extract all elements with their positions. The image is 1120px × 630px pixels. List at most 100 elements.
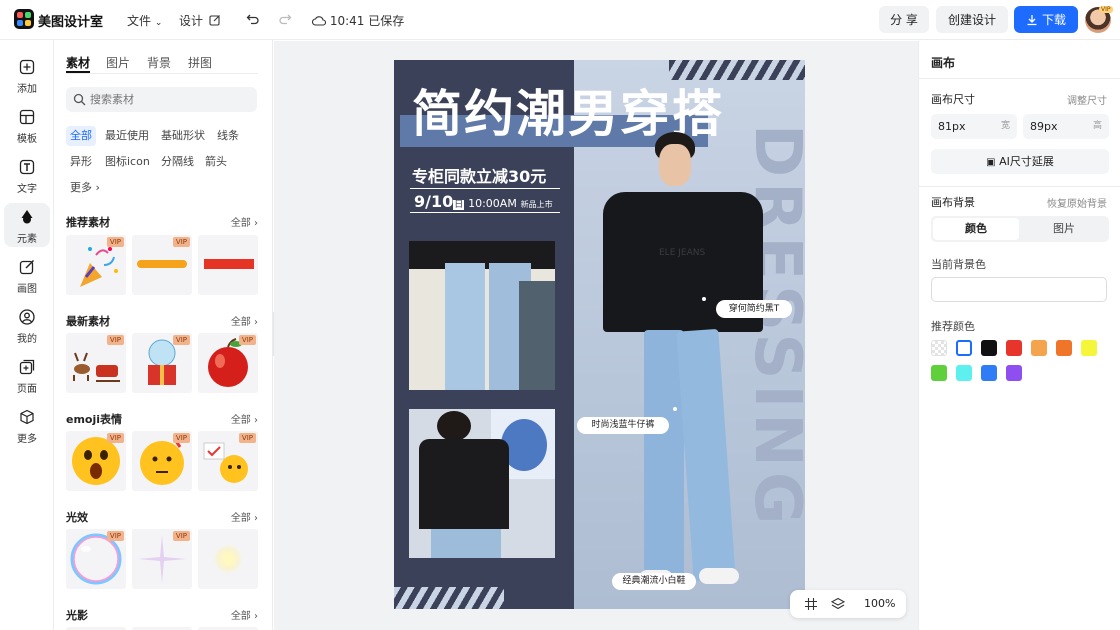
chip-dividers[interactable]: 分隔线 — [157, 152, 198, 172]
sticker-thumb[interactable] — [198, 529, 258, 589]
color-swatch[interactable] — [981, 365, 997, 381]
see-all-link[interactable]: 全部 › — [231, 607, 258, 622]
chevron-down-icon: ⌄ — [154, 18, 163, 28]
color-swatch[interactable] — [1006, 365, 1022, 381]
width-field[interactable]: 81px 宽 — [931, 114, 1017, 139]
app-logo[interactable] — [14, 9, 34, 29]
layers-icon[interactable] — [831, 597, 845, 611]
vip-badge: VIP — [238, 335, 256, 345]
sticker-thumb[interactable] — [198, 235, 258, 295]
vip-badge: VIP — [106, 237, 124, 247]
redo-icon[interactable] — [278, 12, 292, 26]
vip-badge: VIP — [106, 531, 124, 541]
chip-special-shapes[interactable]: 异形 — [66, 152, 96, 172]
sticker-thumb[interactable]: VIP — [132, 333, 192, 393]
current-bg-label: 当前背景色 — [931, 258, 986, 271]
callout-sneakers[interactable]: 经典潮流小白鞋 — [612, 573, 696, 590]
sticker-thumb[interactable]: VIP — [132, 529, 192, 589]
see-all-link[interactable]: 全部 › — [231, 411, 258, 426]
color-swatch[interactable] — [956, 340, 972, 356]
chip-more[interactable]: 更多 › — [66, 178, 104, 198]
sticker-thumb[interactable]: VIP — [66, 333, 126, 393]
nav-item-mine[interactable]: 我的 — [4, 303, 50, 347]
chip-icons[interactable]: 图标icon — [101, 152, 154, 172]
nav-item-label: 页面 — [17, 384, 37, 395]
section-title: 推荐素材 — [66, 216, 110, 229]
brush-stroke-sticker — [137, 260, 187, 268]
chip-all[interactable]: 全部 — [66, 126, 96, 146]
chip-recent[interactable]: 最近使用 — [101, 126, 153, 146]
color-swatch[interactable] — [956, 365, 972, 381]
photo-tshirt[interactable] — [409, 409, 555, 558]
stripe-decoration-bottom — [394, 587, 504, 609]
tab-collage[interactable]: 拼图 — [188, 54, 212, 71]
ai-resize-button[interactable]: ▣ AI尺寸延展 — [931, 149, 1109, 174]
nav-item-template[interactable]: 模板 — [4, 103, 50, 147]
see-all-link[interactable]: 全部 › — [231, 313, 258, 328]
sticker-thumb[interactable]: VIP — [66, 529, 126, 589]
color-swatch[interactable] — [981, 340, 997, 356]
callout-jeans[interactable]: 时尚浅蓝牛仔裤 — [577, 417, 669, 434]
reset-bg-link[interactable]: 恢复原始背景 — [1047, 195, 1107, 210]
model-figure[interactable]: ELE JEANS — [599, 130, 763, 605]
chip-lines[interactable]: 线条 — [213, 126, 243, 146]
current-bg-swatch[interactable] — [931, 277, 1107, 302]
nav-item-elements[interactable]: 元素 — [4, 203, 50, 247]
see-all-label: 全部 — [230, 611, 251, 622]
design-menu[interactable]: 设计 — [179, 12, 221, 29]
nav-item-add[interactable]: 添加 — [4, 53, 50, 97]
vip-badge: VIP — [172, 335, 190, 345]
color-swatch[interactable] — [1006, 340, 1022, 356]
height-field[interactable]: 89px 高 — [1023, 114, 1109, 139]
create-design-button[interactable]: 创建设计 — [936, 6, 1008, 33]
file-menu[interactable]: 文件 ⌄ — [127, 12, 162, 29]
file-menu-label: 文件 — [127, 14, 152, 28]
sticker-thumb[interactable]: VIP — [198, 333, 258, 393]
see-all-link[interactable]: 全部 › — [231, 509, 258, 524]
download-button[interactable]: 下载 — [1014, 6, 1078, 33]
share-button[interactable]: 分 享 — [879, 6, 929, 33]
sticker-thumb[interactable]: VIP — [132, 235, 192, 295]
panel-title: 画布 — [931, 56, 956, 70]
nav-item-draw[interactable]: 画图 — [4, 253, 50, 297]
tab-materials[interactable]: 素材 — [66, 54, 90, 71]
resize-link[interactable]: 调整尺寸 — [1067, 92, 1107, 107]
sticker-thumb[interactable]: VIP — [132, 431, 192, 491]
tab-images[interactable]: 图片 — [106, 54, 130, 71]
width-unit: 宽 — [1000, 121, 1010, 131]
undo-icon[interactable] — [246, 12, 260, 26]
nav-item-text[interactable]: 文字 — [4, 153, 50, 197]
design-canvas[interactable]: DRESSING 简约潮男穿搭 专柜同款立减30元 9/10日 10:00AM … — [394, 60, 805, 609]
date-day: 日 — [453, 200, 465, 210]
nav-item-page[interactable]: 页面 — [4, 353, 50, 397]
sticker-thumb[interactable]: VIP — [66, 431, 126, 491]
callout-tshirt[interactable]: 穿何简约黑T — [716, 300, 792, 318]
glow-sticker — [213, 544, 243, 574]
color-swatch[interactable] — [1056, 340, 1072, 356]
design-menu-label: 设计 — [179, 14, 204, 28]
color-swatch[interactable] — [931, 340, 947, 356]
search-input[interactable] — [90, 91, 250, 108]
sticker-thumb[interactable]: VIP — [198, 431, 258, 491]
grid-icon[interactable] — [804, 597, 818, 611]
search-field[interactable] — [66, 87, 257, 112]
sticker-thumb[interactable]: VIP — [66, 235, 126, 295]
nav-item-label: 模板 — [17, 134, 37, 145]
app-name[interactable]: 美图设计室 — [38, 11, 103, 30]
bg-type-toggle: 颜色 图片 — [931, 216, 1109, 242]
see-all-link[interactable]: 全部 › — [231, 214, 258, 229]
left-nav: 添加 模板 文字 元素 画图 我的 页面 更多 — [0, 40, 54, 630]
photo-jeans[interactable] — [409, 241, 555, 390]
tab-backgrounds[interactable]: 背景 — [147, 54, 171, 71]
bg-tab-color[interactable]: 颜色 — [933, 218, 1019, 240]
color-swatch[interactable] — [931, 365, 947, 381]
nav-item-more[interactable]: 更多 — [4, 403, 50, 447]
color-swatch[interactable] — [1081, 340, 1097, 356]
bg-tab-image[interactable]: 图片 — [1021, 218, 1107, 240]
zoom-level[interactable]: 100% — [864, 597, 895, 610]
chip-basic-shapes[interactable]: 基础形状 — [157, 126, 209, 146]
color-swatch[interactable] — [1031, 340, 1047, 356]
chip-arrows[interactable]: 箭头 — [201, 152, 231, 172]
section-latest: 最新素材 全部 › — [66, 313, 258, 329]
section-light-effects: 光效 全部 › — [66, 509, 258, 525]
